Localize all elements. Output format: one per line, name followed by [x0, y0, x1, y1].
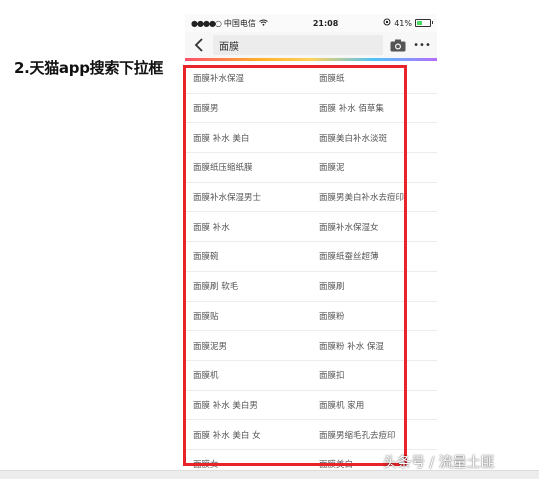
suggestion-item[interactable]: 面膜 补水 美白 女 [185, 429, 311, 441]
status-time: 21:08 [312, 18, 339, 28]
battery-icon [415, 19, 433, 27]
suggestion-row: 面膜碗 面膜纸蚕丝超薄 [185, 242, 437, 272]
suggestion-row: 面膜机 面膜扣 [185, 361, 437, 391]
suggestion-item[interactable]: 面膜纸蚕丝超薄 [311, 250, 437, 262]
suggestion-row: 面膜男 面膜 补水 佰草集 [185, 94, 437, 124]
suggestion-item[interactable]: 面膜纸压缩纸膜 [185, 161, 311, 173]
back-arrow-icon[interactable] [191, 36, 207, 54]
suggestion-row: 面膜 补水 美白男 面膜机 家用 [185, 391, 437, 421]
suggestion-item[interactable]: 面膜碗 [185, 250, 311, 262]
suggestion-row: 面膜 补水 美白 女面膜男缩毛孔去痘印 [185, 420, 437, 450]
suggestion-row: 面膜补水保湿男士 面膜男美白补水去痘印 [185, 183, 437, 213]
suggestion-item[interactable]: 面膜机 [185, 369, 311, 381]
suggestion-item[interactable]: 面膜泥 [311, 161, 437, 173]
suggestion-row: 面膜贴 面膜粉 [185, 302, 437, 332]
suggestion-row: 面膜刷 软毛 面膜刷 [185, 272, 437, 302]
more-options-icon[interactable]: ••• [413, 40, 431, 51]
suggestion-row: 面膜 补水 美白 面膜美白补水淡斑 [185, 123, 437, 154]
suggestion-item[interactable]: 面膜男缩毛孔去痘印 [311, 429, 437, 441]
suggestion-item[interactable]: 面膜机 家用 [311, 399, 437, 411]
battery-percent: 41% [394, 18, 412, 28]
brand-color-bar [185, 58, 437, 61]
signal-icon: ●●●●○ [191, 18, 222, 28]
suggestion-item[interactable]: 面膜粉 补水 保湿 [311, 340, 437, 352]
search-bar: 面膜 ••• [185, 32, 437, 58]
suggestion-item[interactable]: 面膜粉 [311, 310, 437, 322]
camera-icon[interactable] [389, 38, 407, 52]
suggestion-item[interactable]: 面膜 补水 [185, 221, 311, 233]
caption-title: 2.天猫app搜索下拉框 [14, 59, 164, 77]
suggestion-item[interactable]: 面膜纸 [311, 72, 437, 84]
carrier-label: 中国电信 [223, 18, 256, 28]
orientation-lock-icon [383, 18, 391, 28]
suggestion-item[interactable]: 面膜美白补水淡斑 [311, 132, 437, 144]
suggestion-item[interactable]: 面膜泥男 [185, 340, 311, 352]
search-query: 面膜 [219, 41, 239, 53]
watermark-text: 头条号 / 流量土匪 [383, 455, 495, 471]
suggestion-item[interactable]: 面膜贴 [185, 310, 311, 322]
suggestion-item[interactable]: 面膜 补水 佰草集 [311, 102, 437, 114]
suggestion-row: 面膜泥男 面膜粉 补水 保湿 [185, 331, 437, 361]
suggestion-item[interactable]: 面膜男 [185, 102, 311, 114]
suggestion-item[interactable]: 面膜补水保湿 [185, 72, 311, 84]
status-bar: ●●●●○ 中国电信 21:08 41% [185, 14, 437, 32]
suggestion-item[interactable]: 面膜女 [185, 458, 311, 470]
suggestion-item[interactable]: 面膜刷 [311, 280, 437, 292]
suggestion-row: 面膜补水保湿 面膜纸 [185, 64, 437, 94]
search-input[interactable]: 面膜 [213, 35, 383, 55]
suggestion-item[interactable]: 面膜 补水 美白男 [185, 399, 311, 411]
phone-screen: ●●●●○ 中国电信 21:08 41% 面膜 ••• 面膜补水保湿 面膜纸 面膜男… [185, 14, 437, 478]
suggestion-item[interactable]: 面膜 补水 美白 [185, 132, 311, 144]
suggestion-row: 面膜纸压缩纸膜 面膜泥 [185, 153, 437, 183]
suggestion-item[interactable]: 面膜扣 [311, 369, 437, 381]
wifi-icon [259, 19, 268, 28]
suggestion-item[interactable]: 面膜补水保湿女 [311, 221, 437, 233]
suggestion-row: 面膜 补水 面膜补水保湿女 [185, 212, 437, 243]
suggestion-list: 面膜补水保湿 面膜纸 面膜男 面膜 补水 佰草集 面膜 补水 美白 面膜美白补水淡斑 面膜纸… [185, 64, 437, 478]
suggestion-item[interactable]: 面膜男美白补水去痘印 [311, 191, 437, 203]
suggestion-item[interactable]: 面膜补水保湿男士 [185, 191, 311, 203]
suggestion-item[interactable]: 面膜刷 软毛 [185, 280, 311, 292]
